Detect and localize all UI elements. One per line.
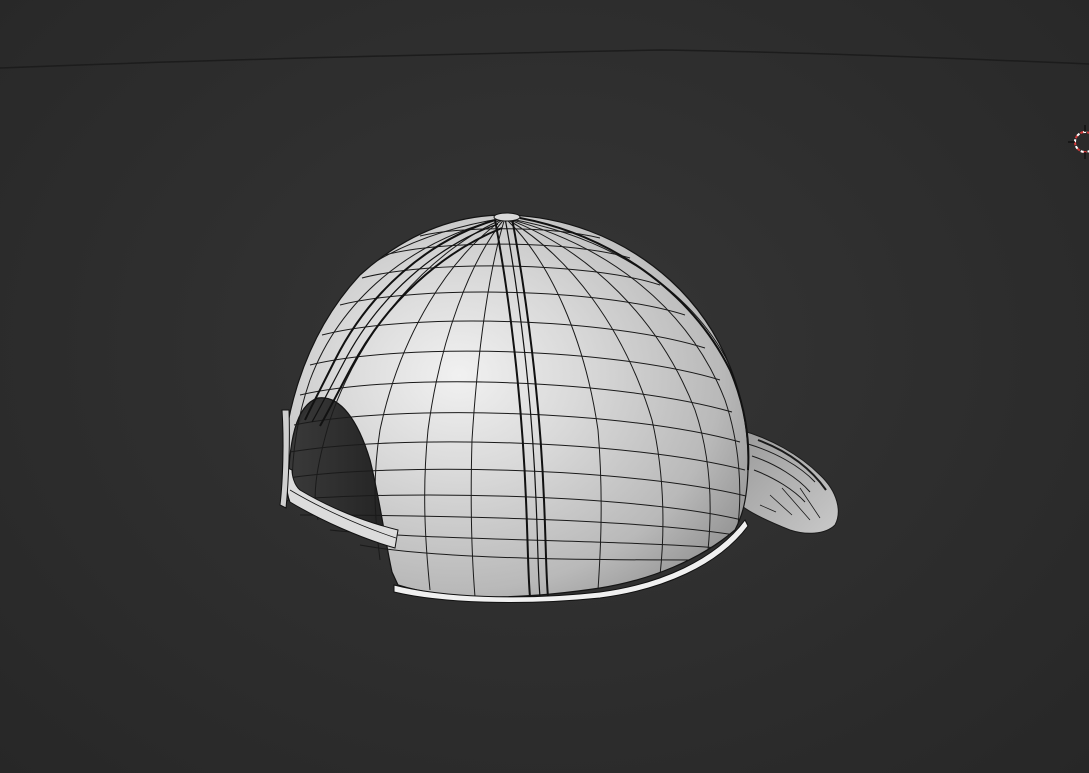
cap-crown[interactable] bbox=[281, 212, 750, 598]
viewport-scene[interactable] bbox=[0, 0, 1089, 773]
horizon-line bbox=[0, 49, 1089, 69]
3d-viewport[interactable] bbox=[0, 0, 1089, 773]
cap-visor[interactable] bbox=[739, 429, 839, 534]
3d-cursor-icon[interactable] bbox=[1068, 125, 1089, 159]
cap-crown-button bbox=[493, 212, 521, 222]
